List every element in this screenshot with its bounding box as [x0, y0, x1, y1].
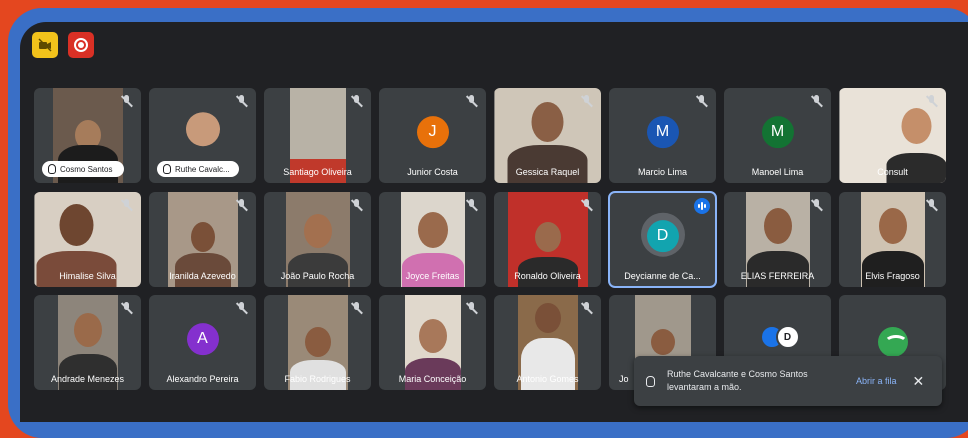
- participant-tile[interactable]: Antonio Gomes: [494, 295, 601, 390]
- participant-tile[interactable]: J Junior Costa: [379, 88, 486, 183]
- participant-tile[interactable]: Andrade Menezes: [34, 295, 141, 390]
- raised-hand-badge: Ruthe Cavalc...: [157, 161, 239, 177]
- profile-photo: [185, 111, 220, 146]
- notification-message: Ruthe Cavalcante e Cosmo Santos levantar…: [667, 369, 808, 392]
- green-logo-icon: [877, 327, 908, 357]
- hand-icon: [163, 164, 171, 174]
- participant-name: Consult: [877, 167, 908, 177]
- participant-tile[interactable]: Ronaldo Oliveira: [494, 192, 601, 287]
- mic-off-icon: [235, 302, 248, 315]
- avatar: A: [186, 322, 219, 355]
- participant-tile[interactable]: ELIAS FERREIRA: [724, 192, 831, 287]
- participant-tile[interactable]: Cosmo Santos: [34, 88, 141, 183]
- record-icon[interactable]: [68, 32, 94, 58]
- avatar: D: [646, 219, 679, 252]
- participant-tile[interactable]: A Alexandro Pereira: [149, 295, 256, 390]
- close-icon[interactable]: ✕: [913, 374, 925, 388]
- hand-icon: [646, 375, 655, 387]
- avatar: M: [761, 115, 794, 148]
- participant-name: Iranilda Azevedo: [169, 271, 236, 281]
- mic-off-icon: [695, 95, 708, 108]
- participant-tile[interactable]: Santiago Oliveira: [264, 88, 371, 183]
- mic-off-icon: [350, 95, 363, 108]
- mic-off-icon: [810, 95, 823, 108]
- mic-off-icon: [120, 302, 133, 315]
- mic-off-icon: [235, 95, 248, 108]
- grouped-participants-avatars: D: [756, 325, 800, 351]
- mic-off-icon: [580, 302, 593, 315]
- participant-name: Andrade Menezes: [50, 374, 125, 384]
- mic-off-icon: [465, 302, 478, 315]
- participant-tile[interactable]: Elvis Fragoso: [839, 192, 946, 287]
- mic-off-icon: [235, 199, 248, 212]
- mic-off-icon: [120, 95, 133, 108]
- mic-off-icon: [350, 199, 363, 212]
- participant-tile[interactable]: Fabio Rodrigues: [264, 295, 371, 390]
- participant-tile[interactable]: Ruthe Cavalc...: [149, 88, 256, 183]
- mic-off-icon: [465, 199, 478, 212]
- participant-name: Junior Costa: [407, 167, 458, 177]
- raised-hands-notification: Ruthe Cavalcante e Cosmo Santos levantar…: [634, 356, 942, 406]
- participant-name: Cosmo Santos: [60, 164, 113, 174]
- participant-tile[interactable]: Maria Conceição: [379, 295, 486, 390]
- meeting-grid: Cosmo Santos Ruthe Cavalc... Santiago Ol…: [20, 22, 968, 422]
- participant-name: Himalise Silva: [59, 271, 116, 281]
- participant-name: Ronaldo Oliveira: [514, 271, 581, 281]
- participant-name: Antonio Gomes: [516, 374, 579, 384]
- participant-tile[interactable]: Iranilda Azevedo: [149, 192, 256, 287]
- mic-off-icon: [465, 95, 478, 108]
- mic-off-icon: [925, 199, 938, 212]
- participant-name: Joyce Freitas: [405, 271, 460, 281]
- participant-name: Fabio Rodrigues: [284, 374, 351, 384]
- participant-name: Ruthe Cavalc...: [175, 164, 230, 174]
- open-queue-button[interactable]: Abrir a fila: [856, 376, 897, 386]
- participant-tile[interactable]: Gessica Raquel: [494, 88, 601, 183]
- participant-tile-speaking[interactable]: D Deycianne de Ca...: [608, 191, 717, 288]
- participant-name: ELIAS FERREIRA: [740, 271, 815, 281]
- participant-name: Marcio Lima: [637, 167, 687, 177]
- mic-off-icon: [580, 199, 593, 212]
- mic-off-icon: [810, 199, 823, 212]
- mic-off-icon: [350, 302, 363, 315]
- participant-name: Santiago Oliveira: [283, 167, 352, 177]
- hand-icon: [48, 164, 56, 174]
- participant-tile[interactable]: João Paulo Rocha: [264, 192, 371, 287]
- camera-off-icon[interactable]: [32, 32, 58, 58]
- mic-off-icon: [925, 95, 938, 108]
- participant-name: Alexandro Pereira: [166, 374, 239, 384]
- participant-tile[interactable]: Himalise Silva: [34, 192, 141, 287]
- participant-name: Elvis Fragoso: [865, 271, 920, 281]
- mic-off-icon: [580, 95, 593, 108]
- speaking-indicator-icon: [694, 198, 710, 214]
- mic-off-icon: [120, 199, 133, 212]
- participant-tile[interactable]: M Manoel Lima: [724, 88, 831, 183]
- participant-name: Deycianne de Ca...: [624, 271, 701, 281]
- participant-tile[interactable]: Consult: [839, 88, 946, 183]
- participant-tile[interactable]: M Marcio Lima: [609, 88, 716, 183]
- participant-name: João Paulo Rocha: [280, 271, 355, 281]
- participant-tile[interactable]: Joyce Freitas: [379, 192, 486, 287]
- raised-hand-badge: Cosmo Santos: [42, 161, 124, 177]
- participant-name: Manoel Lima: [751, 167, 804, 177]
- avatar: M: [646, 115, 679, 148]
- avatar: J: [416, 115, 449, 148]
- participant-name: Maria Conceição: [398, 374, 467, 384]
- participant-name: Gessica Raquel: [515, 167, 580, 177]
